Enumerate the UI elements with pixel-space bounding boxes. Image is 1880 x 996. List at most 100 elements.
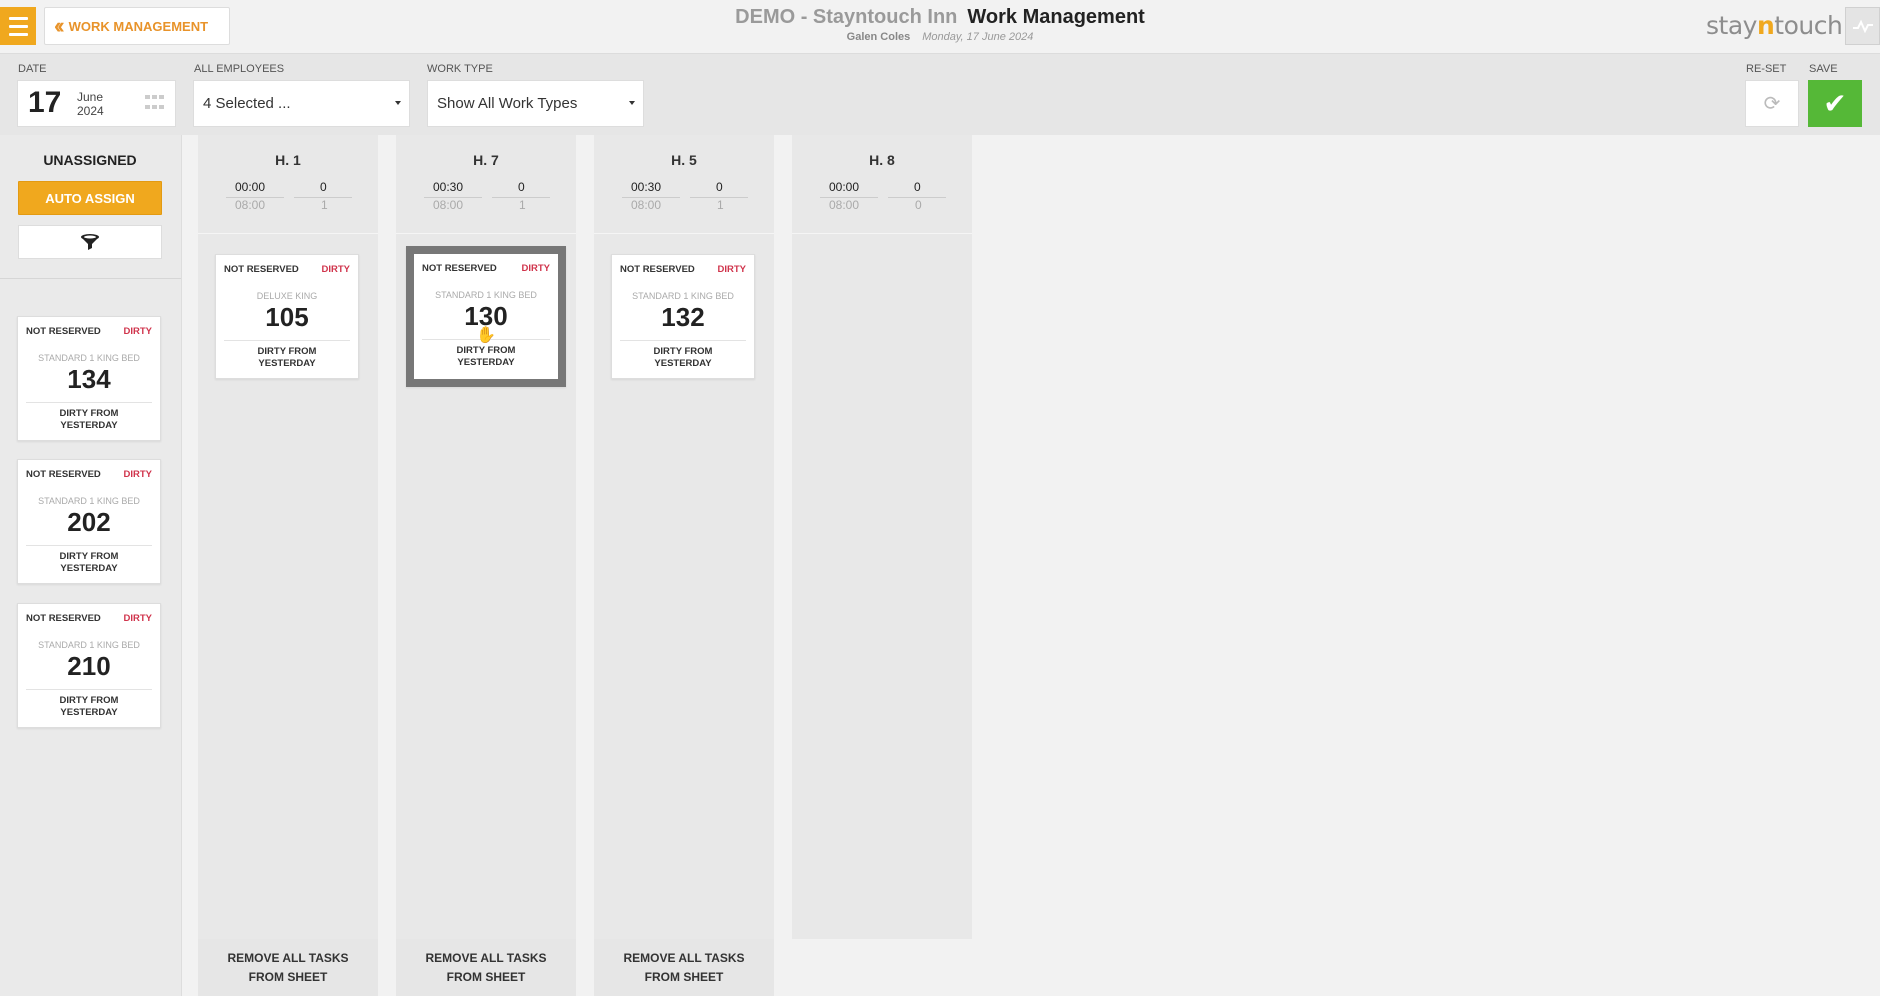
refresh-icon: ⟳ — [1763, 93, 1781, 115]
room-number: 132 — [661, 302, 705, 332]
calendar-grid-icon[interactable] — [145, 95, 165, 113]
column-divider — [594, 233, 774, 234]
task-note: DIRTY FROM YESTERDAY — [257, 346, 317, 369]
employee-name: H. 1 — [275, 152, 301, 168]
hand-cursor-icon: ✋ — [476, 327, 496, 344]
count-total: 1 — [519, 198, 526, 212]
filter-bar: DATE 17 June 2024 ALL EMPLOYEES 4 Selecte… — [0, 54, 1880, 135]
reset-button[interactable]: ⟳ — [1745, 80, 1799, 127]
employee-column-h7: H. 7 00:30 0 08:00 1 NOT RESERVED DIRTY … — [396, 135, 576, 939]
column-divider — [396, 233, 576, 234]
card-divider — [26, 689, 152, 690]
work-type-select-value: Show All Work Types — [437, 95, 578, 112]
time-total: 08:00 — [631, 198, 662, 212]
employees-select[interactable]: 4 Selected ... — [193, 80, 410, 127]
date-month-year: June 2024 — [77, 90, 104, 118]
user-name: Galen Coles — [846, 31, 911, 43]
room-type: STANDARD 1 KING BED — [38, 640, 140, 650]
employees-select-value: 4 Selected ... — [203, 95, 291, 112]
activity-button[interactable] — [1845, 7, 1880, 45]
room-status: DIRTY — [321, 264, 351, 275]
count-assigned: 0 — [914, 180, 921, 194]
column-divider — [198, 233, 378, 234]
room-type: STANDARD 1 KING BED — [38, 496, 140, 506]
room-number: 202 — [67, 507, 111, 537]
room-status: DIRTY — [521, 263, 551, 274]
employee-column-h5: H. 5 00:30 0 08:00 1 NOT RESERVED DIRTY … — [594, 135, 774, 939]
time-total: 08:00 — [433, 198, 464, 212]
inn-name: DEMO - Stayntouch Inn — [735, 6, 958, 28]
task-note: DIRTY FROM YESTERDAY — [456, 345, 516, 368]
room-type: STANDARD 1 KING BED — [435, 290, 537, 300]
back-button-label: WORK MANAGEMENT — [68, 18, 209, 34]
room-status: DIRTY — [717, 264, 747, 275]
count-assigned: 0 — [716, 180, 723, 194]
double-chevron-left-icon: ‹‹ — [54, 13, 64, 38]
remove-all-tasks-button-h7[interactable]: REMOVE ALL TASKS FROM SHEET — [396, 939, 576, 996]
reset-label: RE-SET — [1746, 63, 1787, 75]
page-title: Work Management — [967, 6, 1145, 28]
save-label: SAVE — [1809, 63, 1838, 75]
filter-button[interactable] — [18, 225, 162, 259]
room-type: STANDARD 1 KING BED — [632, 291, 734, 301]
room-card-134[interactable]: NOT RESERVED DIRTY STANDARD 1 KING BED 1… — [17, 316, 161, 441]
save-button[interactable]: ✔ — [1808, 80, 1862, 127]
reservation-status: NOT RESERVED — [620, 264, 695, 275]
work-type-select[interactable]: Show All Work Types — [427, 80, 644, 127]
time-assigned: 00:30 — [433, 180, 464, 194]
room-status: DIRTY — [123, 326, 153, 337]
card-divider — [620, 340, 746, 341]
back-to-work-management-button[interactable]: ‹‹ WORK MANAGEMENT — [44, 7, 230, 45]
time-assigned: 00:00 — [235, 180, 266, 194]
activity-icon — [1852, 19, 1873, 33]
room-type: DELUXE KING — [256, 291, 318, 301]
time-assigned: 00:00 — [829, 180, 860, 194]
room-number: 105 — [265, 302, 309, 332]
task-note: DIRTY FROM YESTERDAY — [59, 408, 119, 431]
card-divider — [224, 340, 350, 341]
remove-all-tasks-button-h5[interactable]: REMOVE ALL TASKS FROM SHEET — [594, 939, 774, 996]
unassigned-title: UNASSIGNED — [43, 152, 137, 168]
room-card-132[interactable]: NOT RESERVED DIRTY STANDARD 1 KING BED 1… — [611, 254, 755, 379]
room-card-130-selected[interactable]: NOT RESERVED DIRTY STANDARD 1 KING BED 1… — [406, 246, 566, 387]
date-day: 17 — [28, 86, 62, 119]
remove-all-tasks-button-h1[interactable]: REMOVE ALL TASKS FROM SHEET — [198, 939, 378, 996]
checkmark-icon: ✔ — [1823, 88, 1847, 119]
room-type: STANDARD 1 KING BED — [38, 353, 140, 363]
time-total: 08:00 — [829, 198, 860, 212]
time-assigned: 00:30 — [631, 180, 662, 194]
employee-name: H. 5 — [671, 152, 697, 168]
reservation-status: NOT RESERVED — [26, 613, 101, 624]
task-note: DIRTY FROM YESTERDAY — [59, 551, 119, 574]
business-date: Monday, 17 June 2024 — [922, 31, 1034, 43]
time-total: 08:00 — [235, 198, 266, 212]
count-total: 0 — [915, 198, 922, 212]
hamburger-menu-button[interactable] — [0, 7, 36, 45]
room-card-210[interactable]: NOT RESERVED DIRTY STANDARD 1 KING BED 2… — [17, 603, 161, 728]
caret-down-icon — [395, 101, 401, 105]
work-type-label: WORK TYPE — [427, 63, 493, 75]
reservation-status: NOT RESERVED — [26, 469, 101, 480]
task-note: DIRTY FROM YESTERDAY — [653, 346, 713, 369]
date-picker[interactable]: 17 June 2024 — [17, 80, 176, 127]
count-assigned: 0 — [320, 180, 327, 194]
card-divider — [26, 545, 152, 546]
reservation-status: NOT RESERVED — [422, 263, 497, 274]
reservation-status: NOT RESERVED — [26, 326, 101, 337]
employees-label: ALL EMPLOYEES — [194, 63, 285, 75]
room-card-202[interactable]: NOT RESERVED DIRTY STANDARD 1 KING BED 2… — [17, 459, 161, 584]
room-card-105[interactable]: NOT RESERVED DIRTY DELUXE KING 105 DIRTY… — [215, 254, 359, 379]
room-status: DIRTY — [123, 469, 153, 480]
date-label: DATE — [18, 63, 47, 75]
panel-divider — [0, 278, 181, 279]
reservation-status: NOT RESERVED — [224, 264, 299, 275]
auto-assign-button[interactable]: AUTO ASSIGN — [18, 181, 162, 215]
caret-down-icon — [629, 101, 635, 105]
count-total: 1 — [717, 198, 724, 212]
room-number: 210 — [67, 651, 111, 681]
unassigned-panel: UNASSIGNED AUTO ASSIGN NOT RESERVED DIRT… — [0, 135, 182, 996]
funnel-icon — [81, 234, 99, 250]
count-total: 1 — [321, 198, 328, 212]
card-divider — [26, 402, 152, 403]
task-note: DIRTY FROM YESTERDAY — [59, 695, 119, 718]
